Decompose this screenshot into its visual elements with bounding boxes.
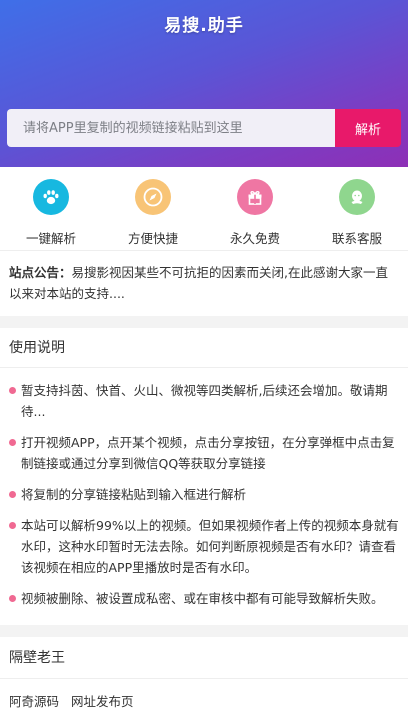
list-item: 视频被删除、被设置成私密、或在审核中都有可能导致解析失败。 bbox=[9, 588, 399, 609]
feature-free-forever[interactable]: 永久免费 bbox=[204, 167, 306, 250]
hero-header: 易搜.助手 解析 bbox=[0, 0, 408, 167]
parse-button[interactable]: 解析 bbox=[335, 109, 401, 147]
bullet-dot bbox=[9, 387, 16, 394]
bullet-dot bbox=[9, 522, 16, 529]
footer-title: 隔壁老王 bbox=[0, 637, 408, 679]
site-notice: 站点公告：易搜影视因某些不可抗拒的因素而关闭,在此感谢大家一直以来对本站的支持.… bbox=[0, 251, 408, 316]
feature-label: 一键解析 bbox=[25, 231, 76, 246]
gift-icon bbox=[237, 179, 273, 215]
footer-links: 阿奇源码 网址发布页 bbox=[0, 679, 408, 722]
list-item: 将复制的分享链接粘贴到输入框进行解析 bbox=[9, 484, 399, 505]
feature-label: 联系客服 bbox=[331, 231, 382, 246]
feature-bar: 一键解析 方便快捷 永久免费 联系客服 bbox=[0, 167, 408, 251]
instructions-list: 暂支持抖茵、快首、火山、微视等四类解析,后续还会增加。敬请期待... 打开视频A… bbox=[0, 368, 408, 625]
section-divider bbox=[0, 316, 408, 328]
support-icon bbox=[339, 179, 375, 215]
search-bar: 解析 bbox=[7, 109, 401, 147]
bullet-dot bbox=[9, 439, 16, 446]
instruction-text: 打开视频APP，点开某个视频，点击分享按钮，在分享弹框中点击复制链接或通过分享到… bbox=[21, 435, 395, 471]
instruction-text: 暂支持抖茵、快首、火山、微视等四类解析,后续还会增加。敬请期待... bbox=[21, 383, 388, 419]
video-link-input[interactable] bbox=[7, 109, 335, 147]
instruction-text: 将复制的分享链接粘贴到输入框进行解析 bbox=[21, 487, 247, 502]
instruction-text: 视频被删除、被设置成私密、或在审核中都有可能导致解析失败。 bbox=[21, 591, 384, 606]
feature-contact-support[interactable]: 联系客服 bbox=[306, 167, 408, 250]
list-item: 本站可以解析99%以上的视频。但如果视频作者上传的视频本身就有水印，这种水印暂时… bbox=[9, 515, 399, 578]
bullet-dot bbox=[9, 595, 16, 602]
feature-convenient[interactable]: 方便快捷 bbox=[102, 167, 204, 250]
bullet-dot bbox=[9, 491, 16, 498]
footer-link-publish[interactable]: 网址发布页 bbox=[71, 694, 134, 709]
compass-icon bbox=[135, 179, 171, 215]
list-item: 暂支持抖茵、快首、火山、微视等四类解析,后续还会增加。敬请期待... bbox=[9, 380, 399, 422]
feature-one-click-parse[interactable]: 一键解析 bbox=[0, 167, 102, 250]
site-logo: 易搜.助手 bbox=[164, 16, 244, 36]
list-item: 打开视频APP，点开某个视频，点击分享按钮，在分享弹框中点击复制链接或通过分享到… bbox=[9, 432, 399, 474]
section-divider bbox=[0, 625, 408, 637]
footer-link-source[interactable]: 阿奇源码 bbox=[9, 694, 59, 709]
notice-prefix: 站点公告： bbox=[9, 265, 72, 280]
paw-icon bbox=[33, 179, 69, 215]
feature-label: 永久免费 bbox=[229, 231, 280, 246]
instruction-text: 本站可以解析99%以上的视频。但如果视频作者上传的视频本身就有水印，这种水印暂时… bbox=[21, 518, 399, 575]
instructions-title: 使用说明 bbox=[0, 328, 408, 368]
feature-label: 方便快捷 bbox=[127, 231, 178, 246]
